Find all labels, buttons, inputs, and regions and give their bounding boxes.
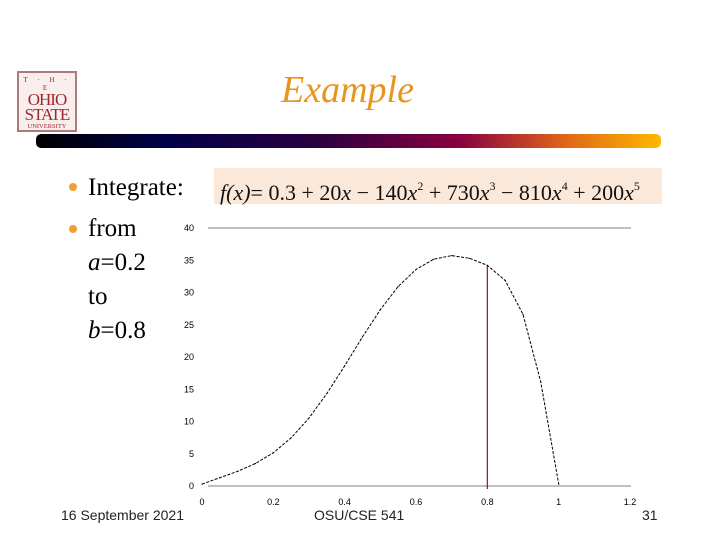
data-point	[451, 255, 453, 257]
function-plot: 0 5 10 15 20 25 30 35 40 0 0.2 0.4 0.6 0.8 1 1.2	[184, 223, 637, 507]
data-point	[540, 381, 542, 383]
data-point	[379, 309, 381, 311]
x-tick-label: 0.8	[481, 497, 494, 507]
y-tick-label: 35	[184, 255, 194, 265]
data-point	[272, 452, 274, 454]
x-tick-label: 0.6	[410, 497, 423, 507]
x-tick-label: 0.4	[338, 497, 351, 507]
y-tick-label: 10	[184, 417, 194, 427]
data-point	[433, 258, 435, 260]
data-point	[468, 257, 471, 259]
data-point	[201, 483, 203, 485]
data-point	[415, 268, 417, 271]
data-point	[254, 462, 257, 465]
data-point	[522, 313, 524, 315]
y-tick-label: 40	[184, 223, 194, 233]
footer-page-number: 31	[642, 507, 658, 523]
y-tick-label: 15	[184, 384, 194, 394]
data-point	[361, 336, 364, 338]
data-point	[326, 393, 328, 395]
data-point	[219, 477, 221, 479]
footer-course: OSU/CSE 541	[314, 507, 405, 523]
y-tick-label: 20	[184, 352, 194, 362]
x-tick-label: 0	[199, 497, 204, 507]
y-tick-label: 5	[189, 449, 194, 459]
y-tick-label: 25	[184, 320, 194, 330]
series-line-fx	[201, 255, 560, 485]
y-tick-label: 0	[189, 481, 194, 491]
data-point	[290, 437, 292, 439]
data-point	[486, 264, 488, 266]
x-tick-label: 1	[556, 497, 561, 507]
x-tick-label: 0.2	[267, 497, 280, 507]
data-point	[308, 417, 310, 419]
data-point	[344, 365, 346, 367]
data-point	[558, 483, 560, 485]
data-point	[504, 279, 506, 282]
y-tick-label: 30	[184, 288, 194, 298]
data-point	[237, 470, 239, 472]
x-tick-label: 1.2	[624, 497, 637, 507]
footer-date: 16 September 2021	[61, 507, 184, 523]
data-point	[397, 285, 399, 288]
